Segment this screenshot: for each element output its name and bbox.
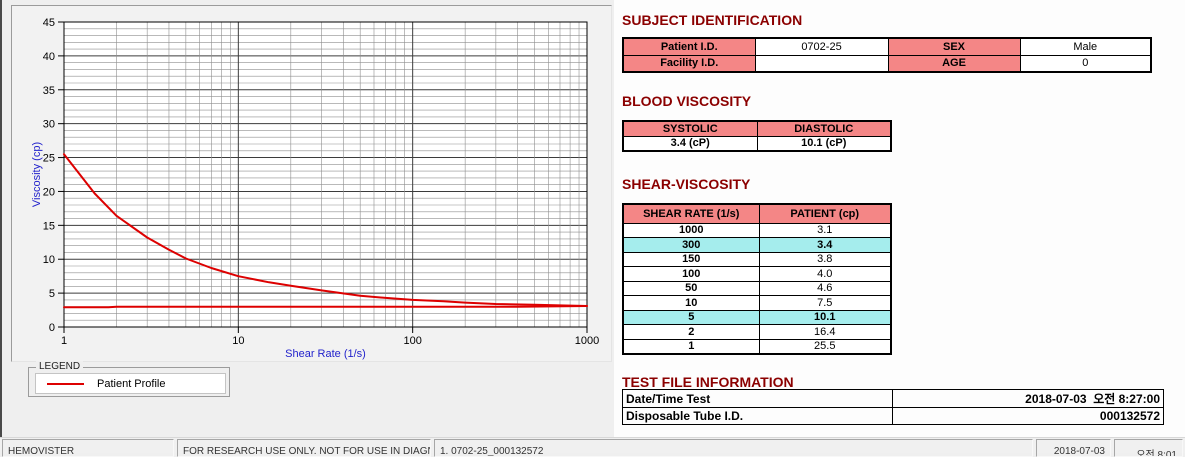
viscosity-chart-panel: 0 5 10 15 20 25 30 35 40 45 1 10 100 1000 Viscosity (c… (11, 5, 612, 362)
shear-row-1[interactable]: 1 25.5 (622, 338, 892, 354)
diastolic-value: 10.1 (cP) (756, 135, 892, 152)
table-row: Patient I.D. 0702-25 SEX Male (622, 37, 1152, 56)
date-time-test-value: 2018-07-03 오전 8:27:00 (892, 389, 1164, 408)
shear-row-50[interactable]: 50 4.6 (622, 280, 892, 296)
table-row: Date/Time Test 2018-07-03 오전 8:27:00 (622, 389, 1164, 408)
legend-title: LEGEND (36, 361, 84, 372)
table-row: Facility I.D. AGE 0 (622, 54, 1152, 73)
blood-viscosity-table: SYSTOLIC DIASTOLIC 3.4 (cP) 10.1 (cP) (622, 120, 892, 152)
viscosity-cell: 3.1 (758, 222, 892, 238)
svg-text:20: 20 (43, 186, 55, 198)
svg-text:25: 25 (43, 153, 55, 165)
shear-row-150[interactable]: 150 3.8 (622, 251, 892, 267)
svg-text:30: 30 (43, 119, 55, 131)
patient-profile-line-swatch (47, 382, 84, 385)
subject-identification-heading: SUBJECT IDENTIFICATION (622, 12, 803, 28)
shear-rate-cell: 5 (622, 309, 760, 325)
status-date: 2018-07-03 (1036, 439, 1111, 457)
shear-rate-cell: 10 (622, 295, 760, 311)
subject-identification-table: Patient I.D. 0702-25 SEX Male Facility I… (622, 37, 1152, 73)
viscosity-cell: 4.0 (758, 266, 892, 282)
sex-value: Male (1019, 37, 1152, 56)
systolic-value: 3.4 (cP) (622, 135, 758, 152)
svg-text:0: 0 (49, 322, 55, 334)
shear-viscosity-heading: SHEAR-VISCOSITY (622, 176, 751, 192)
svg-text:45: 45 (43, 17, 55, 29)
shear-rate-column-header: SHEAR RATE (1/s) (622, 203, 760, 224)
status-bar: HEMOVISTER FOR RESEARCH USE ONLY. NOT FO… (0, 437, 1185, 457)
test-file-information-heading: TEST FILE INFORMATION (622, 374, 794, 390)
shear-row-5[interactable]: 5 10.1 (622, 309, 892, 325)
svg-text:10: 10 (232, 335, 244, 347)
shear-row-1000[interactable]: 1000 3.1 (622, 222, 892, 238)
table-row: SYSTOLIC DIASTOLIC (622, 120, 892, 137)
table-row: Disposable Tube I.D. 000132572 (622, 407, 1164, 425)
shear-rate-cell: 1 (622, 338, 760, 354)
diastolic-header: DIASTOLIC (756, 120, 892, 137)
shear-rate-cell: 50 (622, 280, 760, 296)
legend-box: Patient Profile (35, 373, 226, 394)
viscosity-cell: 7.5 (758, 295, 892, 311)
svg-text:5: 5 (49, 288, 55, 300)
shear-viscosity-chart: 0 5 10 15 20 25 30 35 40 45 1 10 100 1000 Viscosity (c… (31, 17, 599, 360)
svg-text:Viscosity (cp): Viscosity (cp) (31, 142, 43, 207)
sex-label: SEX (887, 37, 1021, 56)
facility-id-label: Facility I.D. (622, 54, 756, 73)
svg-text:15: 15 (43, 220, 55, 232)
status-device-name: HEMOVISTER (2, 439, 174, 457)
shear-rate-cell: 2 (622, 324, 760, 340)
viscosity-cell: 3.4 (758, 237, 892, 253)
systolic-header: SYSTOLIC (622, 120, 758, 137)
shear-row-2[interactable]: 2 16.4 (622, 324, 892, 340)
table-header-row: SHEAR RATE (1/s) PATIENT (cp) (622, 203, 892, 224)
age-value: 0 (1019, 54, 1152, 73)
test-file-information-table: Date/Time Test 2018-07-03 오전 8:27:00 Dis… (622, 389, 1164, 425)
shear-rate-cell: 300 (622, 237, 760, 253)
svg-text:10: 10 (43, 254, 55, 266)
window-left-edge (0, 0, 2, 453)
viscosity-cell: 10.1 (758, 309, 892, 325)
shear-viscosity-table: SHEAR RATE (1/s) PATIENT (cp) 1000 3.1 30… (622, 203, 892, 355)
table-row: 3.4 (cP) 10.1 (cP) (622, 135, 892, 152)
viscosity-cell: 25.5 (758, 338, 892, 354)
svg-text:100: 100 (403, 335, 421, 347)
legend-groupbox: LEGEND Patient Profile (28, 361, 230, 397)
patient-id-value: 0702-25 (754, 37, 889, 56)
svg-text:1: 1 (61, 335, 67, 347)
age-label: AGE (887, 54, 1021, 73)
disposable-tube-id-value: 000132572 (892, 407, 1164, 425)
viscosity-cell: 3.8 (758, 251, 892, 267)
svg-text:1000: 1000 (575, 335, 599, 347)
svg-text:Shear Rate (1/s): Shear Rate (1/s) (285, 348, 366, 360)
shear-rate-cell: 100 (622, 266, 760, 282)
disposable-tube-id-label: Disposable Tube I.D. (622, 407, 893, 425)
patient-column-header: PATIENT (cp) (758, 203, 892, 224)
viscosity-cell: 4.6 (758, 280, 892, 296)
status-current-file: 1. 0702-25_000132572 (434, 439, 1033, 457)
shear-row-10[interactable]: 10 7.5 (622, 295, 892, 311)
facility-id-value (754, 54, 889, 73)
status-disclaimer: FOR RESEARCH USE ONLY. NOT FOR USE IN DI… (177, 439, 431, 457)
shear-rate-cell: 150 (622, 251, 760, 267)
status-time: 오전 8:01 (1114, 439, 1183, 457)
blood-viscosity-heading: BLOOD VISCOSITY (622, 93, 752, 109)
svg-text:40: 40 (43, 51, 55, 63)
shear-row-300[interactable]: 300 3.4 (622, 237, 892, 253)
svg-text:35: 35 (43, 85, 55, 97)
patient-id-label: Patient I.D. (622, 37, 756, 56)
legend-entry-label: Patient Profile (97, 377, 166, 390)
shear-row-100[interactable]: 100 4.0 (622, 266, 892, 282)
shear-rate-cell: 1000 (622, 222, 760, 238)
viscosity-cell: 16.4 (758, 324, 892, 340)
date-time-test-label: Date/Time Test (622, 389, 893, 408)
